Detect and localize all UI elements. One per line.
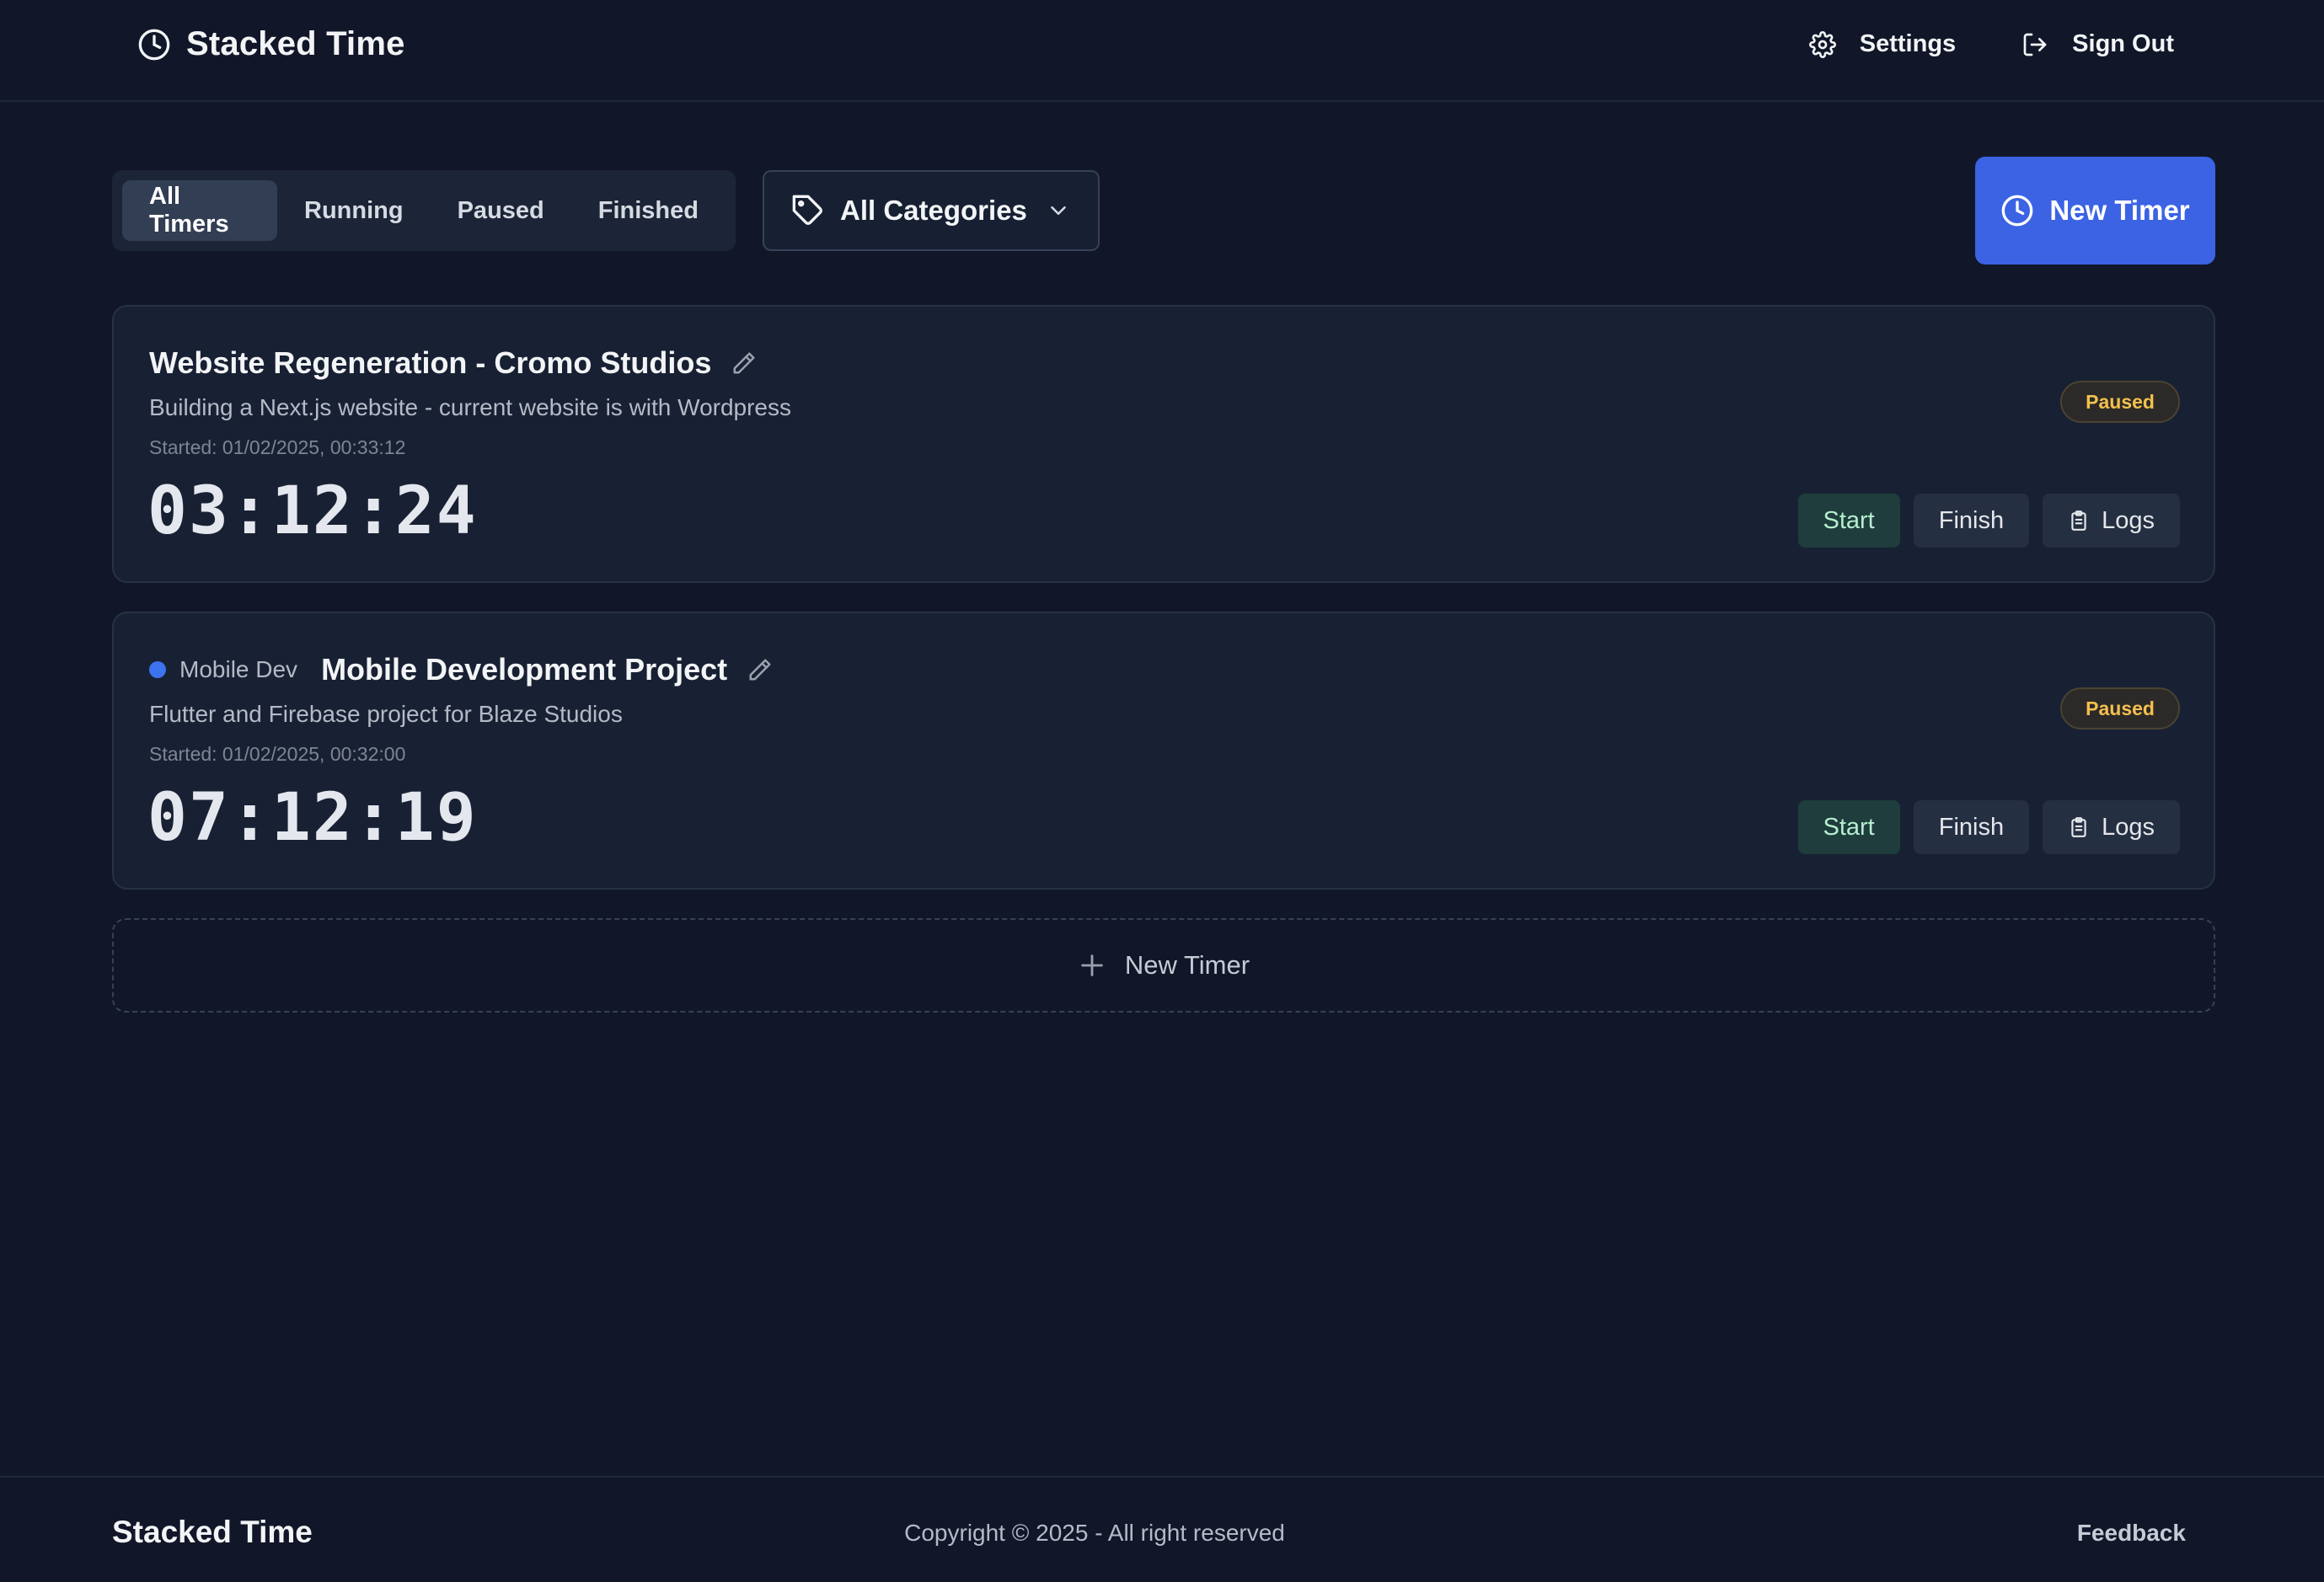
timer-actions: Start Finish Logs [1797, 494, 2180, 548]
sign-out-label: Sign Out [2072, 30, 2174, 57]
chevron-down-icon [1046, 198, 1071, 223]
timer-card: Website Regeneration - Cromo Studios Bui… [112, 305, 2215, 583]
tag-icon [791, 194, 825, 227]
finish-button[interactable]: Finish [1913, 800, 2030, 854]
timer-description: Building a Next.js website - current web… [149, 394, 792, 420]
new-timer-button[interactable]: New Timer [1975, 157, 2215, 265]
timer-title: Mobile Development Project [321, 652, 728, 687]
status-filter-tabs: All Timers Running Paused Finished [112, 170, 736, 251]
brand[interactable]: Stacked Time [137, 25, 405, 63]
footer: Stacked Time Copyright © 2025 - All righ… [0, 1476, 2324, 1582]
category-chip: Mobile Dev [149, 656, 297, 683]
copyright-text: Copyright © 2025 - All right reserved [904, 1520, 1285, 1546]
top-bar: Stacked Time Settings Sign Out [0, 0, 2324, 102]
top-nav: Settings Sign Out [1808, 30, 2174, 58]
start-button[interactable]: Start [1797, 800, 1900, 854]
pencil-icon[interactable] [747, 657, 773, 682]
gear-icon [1808, 30, 1836, 58]
add-timer-label: New Timer [1124, 950, 1250, 980]
logs-label: Logs [2102, 506, 2155, 534]
settings-link[interactable]: Settings [1808, 30, 1957, 58]
timer-description: Flutter and Firebase project for Blaze S… [149, 701, 623, 727]
clock-icon [2000, 194, 2034, 227]
plus-icon [1078, 951, 1106, 980]
category-dropdown[interactable]: All Categories [763, 170, 1100, 251]
clock-icon [137, 28, 171, 61]
timer-actions: Start Finish Logs [1797, 800, 2180, 854]
timer-title-row: Mobile Dev Mobile Development Project [149, 652, 773, 687]
clipboard-icon [2068, 510, 2090, 532]
tab-running[interactable]: Running [277, 180, 431, 241]
sign-out-link[interactable]: Sign Out [2021, 30, 2174, 58]
brand-name: Stacked Time [186, 25, 405, 62]
tab-finished[interactable]: Finished [571, 180, 726, 241]
tab-all-timers[interactable]: All Timers [122, 180, 278, 241]
status-badge: Paused [2060, 687, 2180, 730]
timer-started: Started: 01/02/2025, 00:32:00 [149, 743, 406, 765]
pencil-icon[interactable] [731, 350, 757, 376]
timer-title: Website Regeneration - Cromo Studios [149, 345, 712, 380]
timer-card: Mobile Dev Mobile Development Project Fl… [112, 612, 2215, 890]
timer-title-row: Website Regeneration - Cromo Studios [149, 345, 757, 381]
logs-button[interactable]: Logs [2043, 494, 2180, 548]
timer-started: Started: 01/02/2025, 00:33:12 [149, 436, 406, 458]
start-button[interactable]: Start [1797, 494, 1900, 548]
settings-label: Settings [1859, 30, 1957, 57]
sign-out-icon [2021, 31, 2048, 58]
logs-label: Logs [2102, 813, 2155, 841]
new-timer-label: New Timer [2049, 195, 2190, 226]
category-dropdown-label: All Categories [840, 195, 1027, 226]
clipboard-icon [2068, 816, 2090, 838]
category-color-dot [149, 661, 166, 678]
add-timer-button[interactable]: New Timer [112, 918, 2215, 1013]
tab-paused[interactable]: Paused [431, 180, 571, 241]
timer-elapsed: 03:12:24 [147, 473, 478, 549]
timer-elapsed: 07:12:19 [147, 780, 478, 856]
category-label: Mobile Dev [179, 656, 298, 682]
finish-button[interactable]: Finish [1913, 494, 2030, 548]
logs-button[interactable]: Logs [2043, 800, 2180, 854]
feedback-link[interactable]: Feedback [2077, 1520, 2186, 1547]
status-badge: Paused [2060, 381, 2180, 423]
